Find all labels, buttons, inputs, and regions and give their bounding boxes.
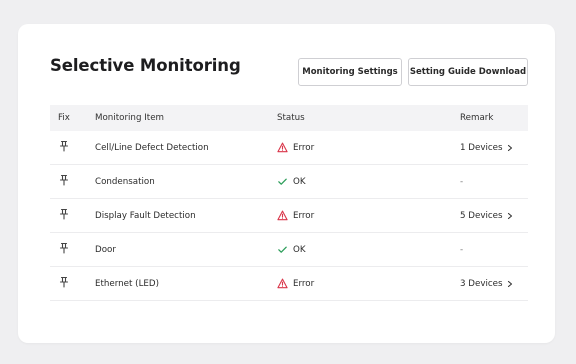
devices-count: 5 Devices xyxy=(460,210,503,221)
table-body: Cell/Line Defect Detection Error 1 Devices… xyxy=(50,131,528,301)
status-cell: OK xyxy=(277,244,460,255)
devices-count: 3 Devices xyxy=(460,278,503,289)
devices-link[interactable]: 1 Devices xyxy=(460,143,514,153)
warning-icon xyxy=(277,210,288,221)
pin-icon[interactable] xyxy=(58,174,70,186)
header-fix: Fix xyxy=(58,113,70,123)
monitoring-settings-button[interactable]: Monitoring Settings xyxy=(298,58,402,86)
table-row: Door OK - xyxy=(50,233,528,267)
monitoring-item-name: Cell/Line Defect Detection xyxy=(95,142,209,153)
remark-cell: - xyxy=(460,245,528,255)
check-icon xyxy=(277,244,288,255)
pin-icon[interactable] xyxy=(58,140,70,152)
header-remark: Remark xyxy=(460,113,494,123)
monitoring-item-name: Ethernet (LED) xyxy=(95,278,159,289)
check-icon xyxy=(277,176,288,187)
remark-cell: 1 Devices xyxy=(460,143,528,153)
pin-icon[interactable] xyxy=(58,242,70,254)
status-text: Error xyxy=(293,142,315,153)
monitoring-item-name: Door xyxy=(95,244,116,255)
monitoring-item-name: Display Fault Detection xyxy=(95,210,196,221)
remark-text: - xyxy=(460,176,464,187)
fix-cell xyxy=(50,140,95,155)
warning-icon xyxy=(277,142,288,153)
selective-monitoring-card: Selective Monitoring Monitoring Settings… xyxy=(18,24,555,343)
header-monitoring-item: Monitoring Item xyxy=(95,113,164,123)
chevron-right-icon xyxy=(506,280,514,288)
fix-cell xyxy=(50,276,95,291)
fix-cell xyxy=(50,242,95,257)
chevron-right-icon xyxy=(506,144,514,152)
status-text: Error xyxy=(293,210,315,221)
status-cell: Error xyxy=(277,210,460,221)
remark-cell: - xyxy=(460,177,528,187)
table-row: Ethernet (LED) Error 3 Devices xyxy=(50,267,528,301)
table-row: Cell/Line Defect Detection Error 1 Devices xyxy=(50,131,528,165)
header-status: Status xyxy=(277,113,305,123)
devices-link[interactable]: 3 Devices xyxy=(460,279,514,289)
chevron-right-icon xyxy=(506,212,514,220)
fix-cell xyxy=(50,174,95,189)
warning-icon xyxy=(277,278,288,289)
status-cell: Error xyxy=(277,278,460,289)
status-cell: OK xyxy=(277,176,460,187)
devices-count: 1 Devices xyxy=(460,142,503,153)
remark-text: - xyxy=(460,244,464,255)
pin-icon[interactable] xyxy=(58,208,70,220)
monitoring-item-name: Condensation xyxy=(95,176,155,187)
remark-cell: 3 Devices xyxy=(460,279,528,289)
setting-guide-download-button[interactable]: Setting Guide Download xyxy=(408,58,528,86)
devices-link[interactable]: 5 Devices xyxy=(460,211,514,221)
page-title: Selective Monitoring xyxy=(50,56,241,75)
status-cell: Error xyxy=(277,142,460,153)
status-text: OK xyxy=(293,176,306,187)
monitoring-table: Fix Monitoring Item Status Remark Cell/L… xyxy=(50,105,528,301)
fix-cell xyxy=(50,208,95,223)
table-row: Condensation OK - xyxy=(50,165,528,199)
status-text: OK xyxy=(293,244,306,255)
table-header: Fix Monitoring Item Status Remark xyxy=(50,105,528,131)
table-row: Display Fault Detection Error 5 Devices xyxy=(50,199,528,233)
remark-cell: 5 Devices xyxy=(460,211,528,221)
status-text: Error xyxy=(293,278,315,289)
pin-icon[interactable] xyxy=(58,276,70,288)
